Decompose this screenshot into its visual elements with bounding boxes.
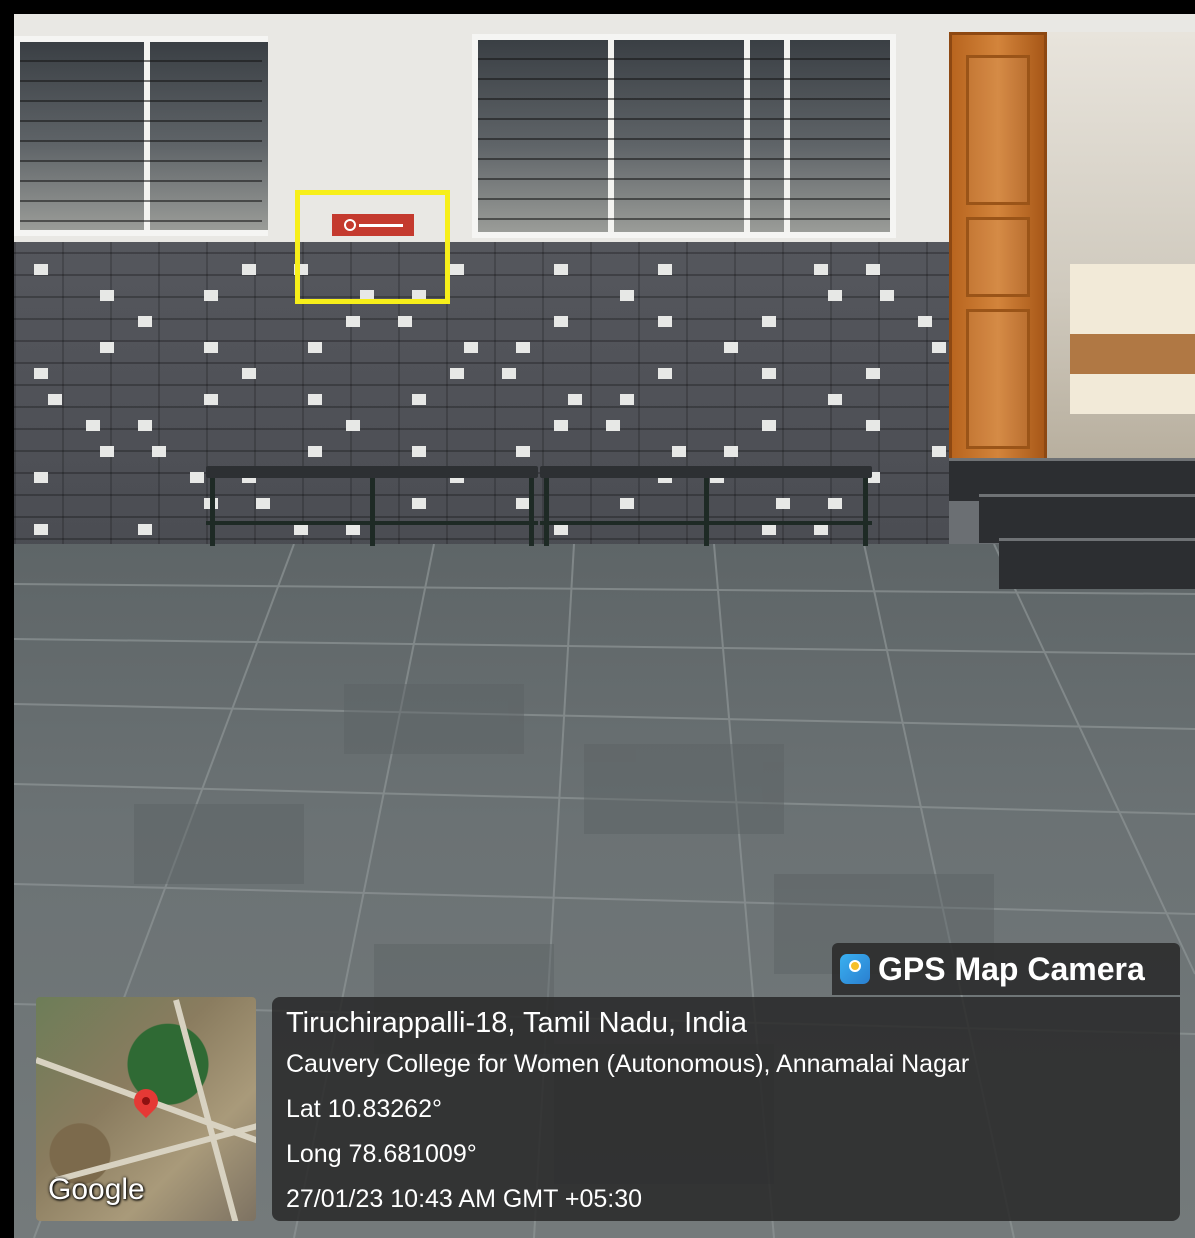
wall-tile-accent <box>724 446 738 457</box>
wall-tile-accent <box>554 420 568 431</box>
wall-tile-accent <box>86 420 100 431</box>
bench-left <box>206 466 538 546</box>
location-line: Tiruchirappalli-18, Tamil Nadu, India <box>286 1007 747 1039</box>
wooden-door <box>949 32 1047 472</box>
wall-tile-accent <box>100 446 114 457</box>
wall-tile-accent <box>658 368 672 379</box>
wall-tile-accent <box>100 290 114 301</box>
wall-tile-accent <box>138 316 152 327</box>
window-left <box>14 36 268 236</box>
gps-map-camera-icon <box>840 954 870 984</box>
wall-tile-accent <box>658 316 672 327</box>
google-logo: Google <box>48 1173 145 1206</box>
timestamp-line: 27/01/23 10:43 AM GMT +05:30 <box>286 1185 643 1213</box>
wall-tile-accent <box>554 316 568 327</box>
wall-tile-accent <box>34 472 48 483</box>
wall-tile-accent <box>308 446 322 457</box>
longitude-line: Long 78.681009° <box>286 1140 477 1168</box>
wall-tile-accent <box>918 316 932 327</box>
location-info: Tiruchirappalli-18, Tamil Nadu, India Ca… <box>272 997 1180 1221</box>
wall-tile-accent <box>828 394 842 405</box>
wall-tile-accent <box>398 316 412 327</box>
wall-tile-accent <box>412 446 426 457</box>
wall-tile-accent <box>48 394 62 405</box>
wall-tile-accent <box>516 446 530 457</box>
wall-tile-accent <box>866 368 880 379</box>
wall-tile-accent <box>724 342 738 353</box>
latitude-line: Lat 10.83262° <box>286 1095 442 1123</box>
wall-tile-accent <box>502 368 516 379</box>
wall-tile-accent <box>620 290 634 301</box>
wall-tile-accent <box>866 264 880 275</box>
wall-tile-accent <box>308 342 322 353</box>
wall-tile-accent <box>34 368 48 379</box>
wall-tile-accent <box>762 368 776 379</box>
map-pin-icon <box>129 1084 163 1118</box>
wall-tile-accent <box>100 342 114 353</box>
wall-tile-accent <box>672 446 686 457</box>
wall-tile-accent <box>138 420 152 431</box>
wall-tile-accent <box>34 264 48 275</box>
wall-tile-accent <box>554 264 568 275</box>
wall-tile-accent <box>932 446 946 457</box>
wall-tile-accent <box>516 342 530 353</box>
wall-tile-accent <box>204 290 218 301</box>
wall-tile-accent <box>242 368 256 379</box>
wall-tile-accent <box>450 368 464 379</box>
photo-frame: GPS Map Camera Google Tiruchirappalli-18… <box>0 0 1195 1238</box>
wall-tile-accent <box>762 316 776 327</box>
wall-tile-accent <box>346 420 360 431</box>
wall-tile-accent <box>880 290 894 301</box>
wall-tile-accent <box>658 264 672 275</box>
app-name: GPS Map Camera <box>878 950 1145 987</box>
address-line: Cauvery College for Women (Autonomous), … <box>286 1050 970 1078</box>
wall-tile-accent <box>412 394 426 405</box>
wall-tile-accent <box>762 420 776 431</box>
bench-right <box>540 466 872 546</box>
wall-tile-accent <box>308 394 322 405</box>
wall-tile-accent <box>568 394 582 405</box>
wall-tile-accent <box>190 472 204 483</box>
wall-tile-accent <box>346 316 360 327</box>
entrance-steps <box>949 458 1195 589</box>
reception-counter <box>1070 264 1195 414</box>
gps-title-bar: GPS Map Camera <box>832 943 1180 995</box>
wall-tile-accent <box>464 342 478 353</box>
photo: GPS Map Camera Google Tiruchirappalli-18… <box>14 14 1195 1238</box>
wall-tile-accent <box>450 264 464 275</box>
wall-tile-accent <box>152 446 166 457</box>
wall-tile-accent <box>34 524 48 535</box>
wall-tile-accent <box>814 264 828 275</box>
wall-tile-accent <box>138 524 152 535</box>
wall-tile-accent <box>828 290 842 301</box>
wall-tile-accent <box>932 342 946 353</box>
highlight-box <box>295 190 450 304</box>
wall-tile-accent <box>204 342 218 353</box>
wall-tile-accent <box>620 394 634 405</box>
wall-tile-accent <box>204 394 218 405</box>
window-center <box>472 34 896 238</box>
wall-tile-accent <box>866 420 880 431</box>
wall-tile-accent <box>242 264 256 275</box>
map-thumbnail: Google <box>36 997 256 1221</box>
wall-tile-accent <box>606 420 620 431</box>
